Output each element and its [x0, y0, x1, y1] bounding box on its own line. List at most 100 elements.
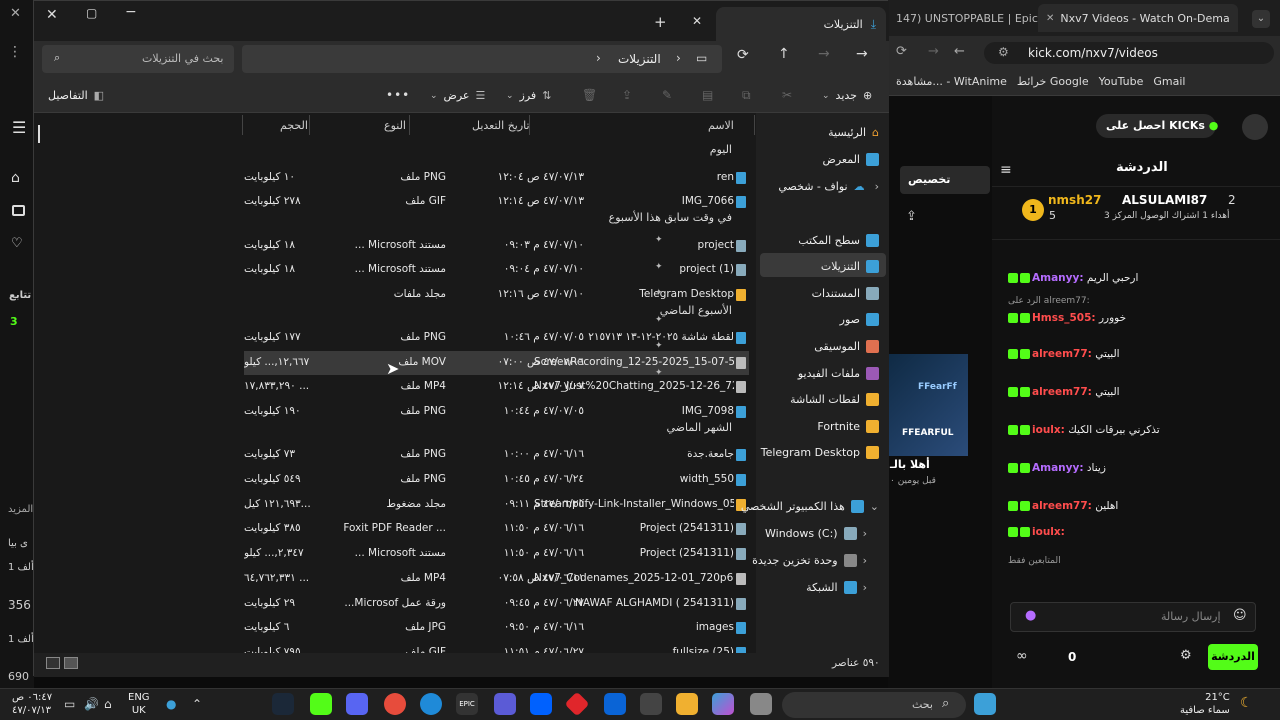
nav-pinned-item[interactable]: Fortnite [817, 415, 879, 437]
discord-icon[interactable] [346, 693, 368, 715]
nav-pinned-item[interactable]: لقطات الشاشة [790, 389, 879, 411]
table-row[interactable]: ١٧,٨٣٣,٢٩٠ ... ملف MP4 ٤٧/٠٧/٠٧ ص ١٢:١٤ Nxv… [244, 375, 749, 399]
app-red-icon[interactable] [564, 691, 590, 717]
file-explorer-icon[interactable] [676, 693, 698, 715]
url-field[interactable]: kick.com/nxv7/videos ⚙ [984, 42, 1274, 64]
outlook-icon[interactable] [604, 693, 626, 715]
mic-icon[interactable]: ● [166, 697, 176, 711]
nav-drive-c[interactable]: Windows (C:) › [765, 522, 867, 544]
table-row[interactable]: ٢٩ كيلوبايت ...Microsof ورقة عمل ٤٧/٠٦/٢٧ … [244, 592, 749, 616]
column-size[interactable]: الحجم [280, 119, 308, 132]
nav-pinned-item[interactable]: Telegram Desktop [761, 442, 879, 464]
chevron-up-icon[interactable]: ⌃ [192, 697, 202, 711]
epic-games-icon[interactable]: EPIC [456, 693, 478, 715]
breadcrumb[interactable]: التنزيلات [618, 52, 661, 66]
new-button[interactable]: ⌄ جديد ⊕ [822, 89, 872, 102]
paste-icon[interactable]: ▤ [702, 88, 713, 102]
nav-pinned-item[interactable]: المستندات ✦ [655, 282, 879, 304]
chat-settings-icon[interactable]: ⚙ [1180, 648, 1192, 663]
nav-home[interactable]: الرئيسية ⌂ [828, 121, 879, 143]
get-kicks-button[interactable]: احصل على KICKs ● [1096, 114, 1218, 138]
more-label[interactable]: المزيد [8, 504, 33, 515]
nav-network[interactable]: الشبكة › [806, 576, 867, 598]
details-button[interactable]: التفاصيل ◧ [48, 89, 104, 102]
forward-icon[interactable]: → [928, 44, 939, 59]
video-thumbnail[interactable]: FFearFf FFEARFUL [888, 354, 968, 456]
start-icon[interactable] [974, 693, 996, 715]
up-icon[interactable]: ↑ [778, 46, 790, 62]
more-vertical-icon[interactable]: ⋮ [8, 44, 22, 60]
bookmark-youtube[interactable]: YouTube [1099, 75, 1144, 88]
volume-icon[interactable]: 🔊 [84, 697, 99, 711]
task-view-icon[interactable] [750, 693, 772, 715]
delete-icon[interactable]: 🗑 [582, 88, 597, 102]
nav-pinned-item[interactable]: التنزيلات ✦ [655, 256, 879, 278]
list-view-icon[interactable] [46, 657, 60, 669]
following-heart-icon[interactable]: ♡ [11, 236, 23, 251]
browse-icon[interactable] [12, 205, 25, 216]
table-row[interactable]: ٣٨٥ كيلوبايت Foxit PDF Reader ... ٤٧/٠٦/١٦… [244, 517, 749, 541]
nav-pinned-item[interactable]: سطح المكتب ✦ [655, 229, 879, 251]
table-row[interactable]: ٦ كيلوبايت ملف JPG ٤٧/٠٦/١٦ م ٠٩:٥٠ images [244, 616, 749, 640]
language-indicator[interactable]: ENG UK [128, 691, 150, 717]
menu-icon[interactable]: ☰ [12, 118, 26, 137]
close-tab-icon[interactable]: ✕ [692, 14, 702, 28]
search-input[interactable]: ⌕ بحث في التنزيلات [42, 45, 234, 73]
chrome-icon[interactable] [384, 693, 406, 715]
table-row[interactable]: ١٠ كيلوبايت ملف PNG ٤٧/٠٧/١٣ ص ١٢:٠٤ ren [244, 166, 749, 190]
back-icon[interactable]: → [856, 46, 868, 62]
nav-onedrive[interactable]: نواف - شخصي ☁ › [778, 175, 879, 197]
copilot-icon[interactable] [712, 693, 734, 715]
share-icon[interactable]: ⇪ [622, 88, 632, 102]
taskbar-search[interactable]: بحث ⌕ [782, 692, 966, 718]
table-row[interactable]: ١٨ كيلوبايت... Microsoft مستند ٤٧/٠٧/١٠ م… [244, 234, 749, 258]
nav-new-volume[interactable]: وحدة تخزين جديدة › [752, 549, 867, 571]
nav-pinned-item[interactable]: ملفات الفيديو ✦ [655, 362, 879, 384]
home-icon[interactable]: ⌂ [11, 170, 20, 186]
store-icon[interactable] [640, 693, 662, 715]
explorer-tab[interactable]: التنزيلات ⤓ [716, 7, 886, 41]
close-icon[interactable]: ✕ [10, 6, 21, 21]
cut-icon[interactable]: ✂ [782, 88, 792, 102]
close-window-icon[interactable]: ✕ [46, 7, 58, 23]
refresh-icon[interactable]: ⟳ [896, 44, 907, 59]
tab-epic[interactable]: 147) UNSTOPPABLE | Epic Sor ▶ [888, 4, 1038, 32]
dropbox-icon[interactable] [530, 693, 552, 715]
column-name[interactable]: الاسم [708, 119, 734, 132]
table-row[interactable]: ٥٤٩ كيلوبايت ملف PNG ٤٧/٠٦/٢٤ م ١٠:٤٥ width… [244, 468, 749, 492]
kick-app-icon[interactable] [310, 693, 332, 715]
address-bar[interactable]: › التنزيلات › ▭ [242, 45, 722, 73]
new-tab-icon[interactable]: + [654, 13, 667, 31]
more-options-button[interactable]: ••• [386, 88, 410, 102]
nav-this-pc[interactable]: هذا الكمبيوتر الشخصي ⌄ [741, 495, 879, 517]
details-view-icon[interactable] [64, 657, 78, 669]
table-row[interactable]: ٢٧٨ كيلوبايت ملف GIF ٤٧/٠٧/١٣ ص ١٢:١٤ IMG_7… [244, 190, 749, 214]
table-row[interactable]: ٧٣ كيلوبايت ملف PNG ٤٧/٠٦/١٦ م ١٠:٠٠ جامعة.… [244, 443, 749, 467]
table-row[interactable]: ١٢١,٦٩٣ كيل... مجلد مضغوط ٤٧/٠٦/٢٥ م ٠٩:١١… [244, 493, 749, 517]
bookmark-gmail-2[interactable]: Gmail [1153, 75, 1185, 88]
nav-gallery[interactable]: المعرض [823, 148, 879, 170]
nav-pinned-item[interactable]: الموسيقى ✦ [655, 335, 879, 357]
table-row[interactable]: ١٩٠ كيلوبايت ملف PNG ٤٧/٠٧/٠٥ م ١٠:٤٤ IMG_7… [244, 400, 749, 424]
collapse-chat-icon[interactable]: ≡ [1000, 162, 1012, 178]
steam-icon[interactable] [272, 693, 294, 715]
close-tab-icon[interactable]: ✕ [1046, 13, 1054, 24]
share-icon[interactable]: ⇪ [906, 209, 917, 224]
bookmark-google-maps[interactable]: خرائط Google [1017, 75, 1089, 88]
table-row[interactable]: ١٨ كيلوبايت... Microsoft مستند ٤٧/٠٧/١٠ م… [244, 258, 749, 282]
clock[interactable]: ٠٦:٤٧ ص ٤٧/٠٧/١٣ [12, 691, 52, 717]
back-icon[interactable]: ← [954, 44, 965, 59]
table-row[interactable]: مجلد ملفات ٤٧/٠٧/١٠ ص ١٢:١٦ Telegram Deskt… [244, 283, 749, 307]
forward-icon[interactable]: → [818, 46, 830, 62]
column-type[interactable]: النوع [384, 119, 406, 132]
maximize-icon[interactable]: ▢ [86, 6, 97, 20]
column-date[interactable]: تاريخ التعديل [472, 119, 530, 132]
table-row[interactable]: ٦٤,٧٦٢,٣٣١ ... ملف MP4 ٤٧/٠٦/١١ ص ٠٧:٥٨ Nxv… [244, 567, 749, 591]
tab-kick[interactable]: ✕ Nxv7 Videos - Watch On-Dema [1038, 4, 1238, 32]
nav-pinned-item[interactable]: صور ✦ [655, 309, 879, 331]
chat-input[interactable]: إرسال رسالة ● ☺ [1010, 602, 1256, 632]
group-header-last-month[interactable]: الشهر الماضي [594, 421, 754, 441]
view-button[interactable]: ⌄ عرض ☰ [430, 89, 485, 102]
bookmark-gmail[interactable]: مشاهدة... - WitAnime [896, 75, 1007, 88]
wifi-icon[interactable]: ⌂ [104, 697, 112, 711]
